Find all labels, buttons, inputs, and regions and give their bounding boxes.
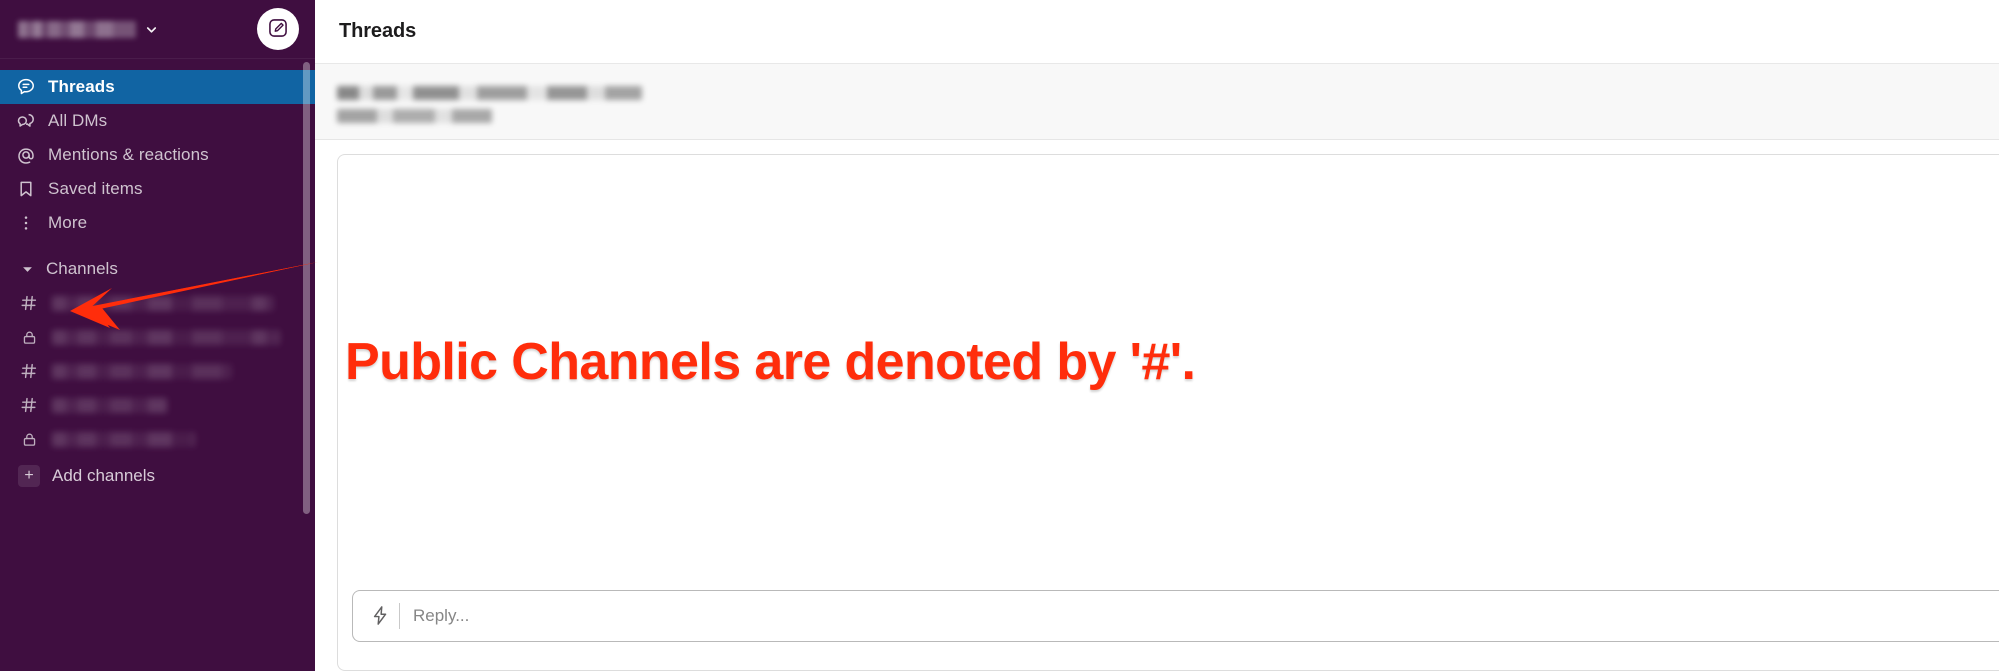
sidebar-scrollbar[interactable] <box>303 58 310 671</box>
compose-button[interactable] <box>257 8 299 50</box>
pane-header: Threads <box>315 0 1999 64</box>
slack-app-window: Threads All DMs Mentions & reactions Sav… <box>0 0 1999 671</box>
sidebar-channel-item[interactable] <box>0 388 315 422</box>
hash-icon <box>16 397 42 413</box>
lightning-bolt-icon[interactable] <box>367 605 393 626</box>
sidebar-channel-item[interactable] <box>0 422 315 456</box>
sidebar-channel-item[interactable] <box>0 320 315 354</box>
sidebar-item-more[interactable]: More <box>0 206 315 240</box>
dm-icon <box>16 111 42 131</box>
channels-section-label: Channels <box>46 259 118 278</box>
workspace-switcher[interactable] <box>18 20 257 38</box>
sidebar-item-label: All DMs <box>48 111 108 130</box>
sidebar-scroll-region: Threads All DMs Mentions & reactions Sav… <box>0 58 315 671</box>
sidebar: Threads All DMs Mentions & reactions Sav… <box>0 0 315 671</box>
workspace-header <box>0 0 315 58</box>
plus-icon: + <box>18 465 40 487</box>
threads-icon <box>16 77 42 97</box>
sidebar-channel-item[interactable] <box>0 354 315 388</box>
sidebar-item-all-dms[interactable]: All DMs <box>0 104 315 138</box>
caret-down-icon <box>14 264 40 275</box>
sidebar-item-label: Mentions & reactions <box>48 145 209 164</box>
channel-name-redacted <box>52 295 274 311</box>
sidebar-item-threads[interactable]: Threads <box>0 70 315 104</box>
add-channels-label: Add channels <box>52 466 156 485</box>
sidebar-item-label: More <box>48 213 88 232</box>
reply-input[interactable]: Reply... <box>352 589 1999 642</box>
at-icon <box>16 145 42 165</box>
thread-subtitle-redacted <box>337 109 492 123</box>
more-vertical-icon <box>16 213 42 233</box>
channel-name-redacted <box>52 431 195 447</box>
add-channels-button[interactable]: + Add channels <box>0 459 315 493</box>
sidebar-item-label: Threads <box>48 77 115 96</box>
hash-icon <box>16 363 42 379</box>
compose-pencil-icon <box>267 17 289 42</box>
bookmark-icon <box>16 179 42 199</box>
lock-icon <box>16 330 42 345</box>
threads-pane: Threads Reply... <box>315 0 1999 671</box>
hash-icon <box>16 295 42 311</box>
sidebar-scrollbar-thumb[interactable] <box>303 62 310 514</box>
lock-icon <box>16 432 42 447</box>
channel-name-redacted <box>52 363 232 379</box>
workspace-name-redacted <box>18 20 136 38</box>
sidebar-channel-item[interactable] <box>0 286 315 320</box>
channels-section-header[interactable]: Channels <box>0 252 315 286</box>
sidebar-item-label: Saved items <box>48 179 143 198</box>
composer-region: Reply... <box>337 577 1999 671</box>
sidebar-item-mentions-reactions[interactable]: Mentions & reactions <box>0 138 315 172</box>
thread-context-banner[interactable] <box>315 64 1999 140</box>
channel-name-redacted <box>52 397 167 413</box>
chevron-down-icon <box>144 22 159 37</box>
page-title: Threads <box>339 20 417 42</box>
channel-name-redacted <box>52 329 280 345</box>
reply-placeholder: Reply... <box>413 605 470 625</box>
composer-divider <box>399 602 400 629</box>
thread-title-redacted <box>337 86 642 100</box>
sidebar-item-saved-items[interactable]: Saved items <box>0 172 315 206</box>
thread-message-list <box>337 154 1999 577</box>
sidebar-nav-list: Threads All DMs Mentions & reactions Sav… <box>0 59 315 493</box>
